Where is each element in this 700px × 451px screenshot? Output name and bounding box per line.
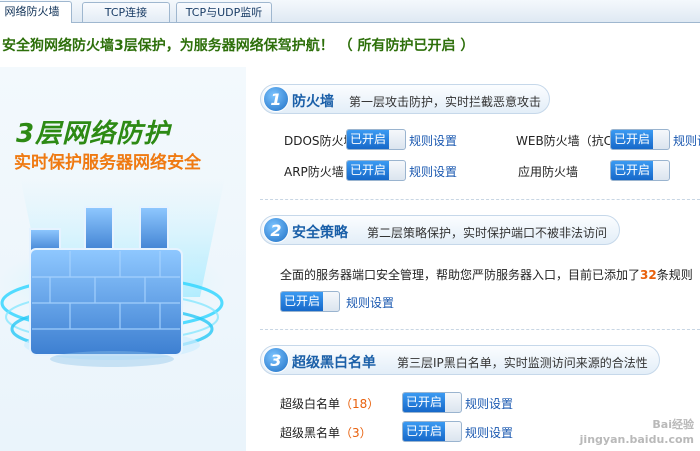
section-divider: [260, 329, 700, 330]
blacklist-rules-link[interactable]: 规则设置: [465, 424, 513, 441]
blacklist-count: （3）: [340, 426, 372, 440]
policy-section-title: 安全策略: [292, 225, 348, 241]
tab-tcp-udp-listen[interactable]: TCP与UDP监听: [176, 2, 272, 22]
policy-section-header: 2 安全策略 第二层策略保护，实时保护端口不被非法访问: [260, 215, 620, 245]
banner-text: 安全狗网络防火墙3层保护，为服务器网络保驾护航！ （ 所有防护已开启 ）: [2, 38, 475, 54]
policy-description: 全面的服务器端口安全管理，帮助您严防服务器入口，目前已添加了32条规则: [280, 266, 693, 283]
blacklist-label: 超级黑名单（3）: [280, 424, 372, 441]
app-firewall-toggle[interactable]: 已开启: [610, 160, 670, 181]
firewall-section-title: 防火墙: [292, 94, 334, 110]
section-divider: [260, 199, 700, 200]
whitelist-count: （18）: [340, 397, 380, 411]
whitelist-label: 超级白名单（18）: [280, 395, 379, 412]
ddos-rules-link[interactable]: 规则设置: [409, 132, 457, 149]
firewall-illustration: [0, 177, 227, 367]
whitelist-label-text: 超级白名单: [280, 397, 341, 411]
whitelist-toggle[interactable]: 已开启: [402, 392, 462, 413]
blacklist-section-header: 3 超级黑白名单 第三层IP黑白名单，实时监测访问来源的合法性: [260, 345, 660, 375]
ddos-firewall-toggle[interactable]: 已开启: [346, 129, 406, 150]
step-2-badge: 2: [263, 217, 289, 243]
policy-text-suffix: 条规则: [656, 268, 693, 282]
step-1-badge: 1: [263, 86, 289, 112]
toggle-on-label: 已开启: [403, 393, 445, 412]
status-banner: 安全狗网络防火墙3层保护，为服务器网络保驾护航！ （ 所有防护已开启 ）: [0, 23, 700, 67]
blacklist-section-desc: 第三层IP黑白名单，实时监测访问来源的合法性: [397, 356, 648, 370]
watermark: Bai经验 jingyan.baidu.com: [580, 417, 694, 447]
toggle-on-label: 已开启: [611, 130, 653, 149]
whitelist-rules-link[interactable]: 规则设置: [465, 395, 513, 412]
policy-rules-link[interactable]: 规则设置: [346, 294, 394, 311]
policy-section-desc: 第二层策略保护，实时保护端口不被非法访问: [367, 226, 608, 240]
watermark-line1: Bai经验: [652, 418, 694, 431]
step-3-badge: 3: [263, 347, 289, 373]
toggle-on-label: 已开启: [347, 161, 389, 180]
watermark-line2: jingyan.baidu.com: [579, 433, 694, 446]
web-rules-link[interactable]: 规则设置: [673, 132, 700, 149]
arp-firewall-label: ARP防火墙: [284, 165, 344, 179]
policy-toggle[interactable]: 已开启: [280, 291, 340, 312]
toggle-on-label: 已开启: [281, 292, 323, 311]
blacklist-toggle[interactable]: 已开启: [402, 421, 462, 442]
arp-firewall-toggle[interactable]: 已开启: [346, 160, 406, 181]
toggle-on-label: 已开启: [611, 161, 653, 180]
firewall-section-header: 1 防火墙 第一层攻击防护，实时拦截恶意攻击: [260, 84, 550, 114]
toggle-on-label: 已开启: [403, 422, 445, 441]
blacklist-section-title: 超级黑白名单: [292, 355, 376, 371]
firewall-section-desc: 第一层攻击防护，实时拦截恶意攻击: [349, 95, 542, 109]
web-firewall-toggle[interactable]: 已开启: [610, 129, 670, 150]
policy-text: 全面的服务器端口安全管理，帮助您严防服务器入口，目前已添加了: [280, 268, 641, 282]
toggle-on-label: 已开启: [347, 130, 389, 149]
arp-rules-link[interactable]: 规则设置: [409, 163, 457, 180]
hero-panel: 3层网络防护 实时保护服务器网络安全: [0, 67, 246, 451]
blacklist-label-text: 超级黑名单: [280, 426, 341, 440]
tab-bar: 网络防火墙 TCP连接 TCP与UDP监听: [0, 0, 700, 23]
app-firewall-label: 应用防火墙: [518, 165, 579, 179]
ddos-firewall-label: DDOS防火墙: [284, 134, 356, 148]
protection-panel: 1 防火墙 第一层攻击防护，实时拦截恶意攻击 DDOS防火墙 已开启 规则设置 …: [246, 67, 700, 451]
rule-count: 32: [640, 268, 657, 282]
tab-network-firewall[interactable]: 网络防火墙: [0, 1, 72, 23]
tab-tcp-connections[interactable]: TCP连接: [82, 2, 170, 22]
